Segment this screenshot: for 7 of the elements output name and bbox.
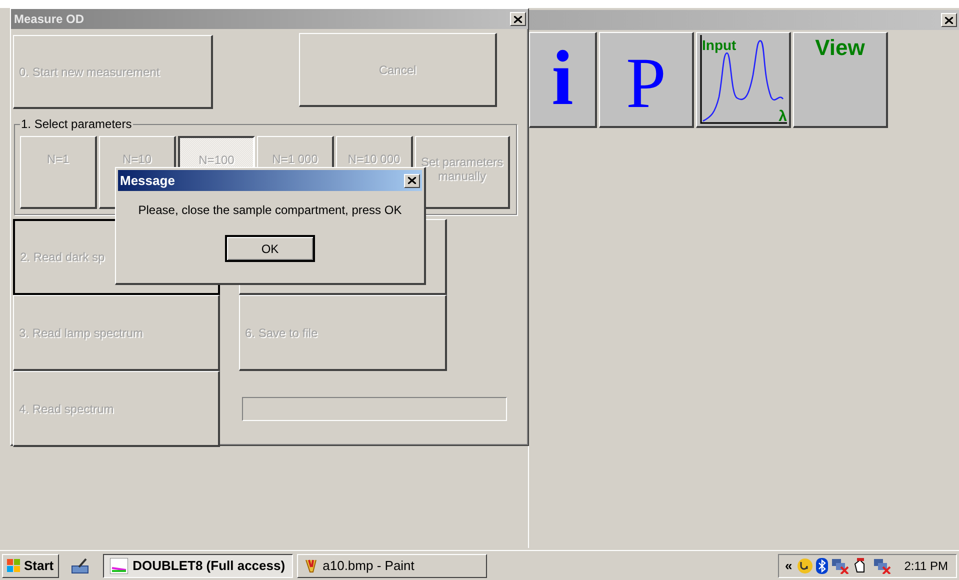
lambda-label: λ <box>778 109 787 124</box>
clock: 2:11 PM <box>904 558 948 572</box>
message-text: Please, close the sample compartment, press OK <box>138 203 402 217</box>
group-label: 1. Select parameters <box>20 117 133 131</box>
window-title: Measure OD <box>14 12 84 26</box>
input-label: Input <box>702 37 736 53</box>
dialog-title: Message <box>120 173 175 188</box>
